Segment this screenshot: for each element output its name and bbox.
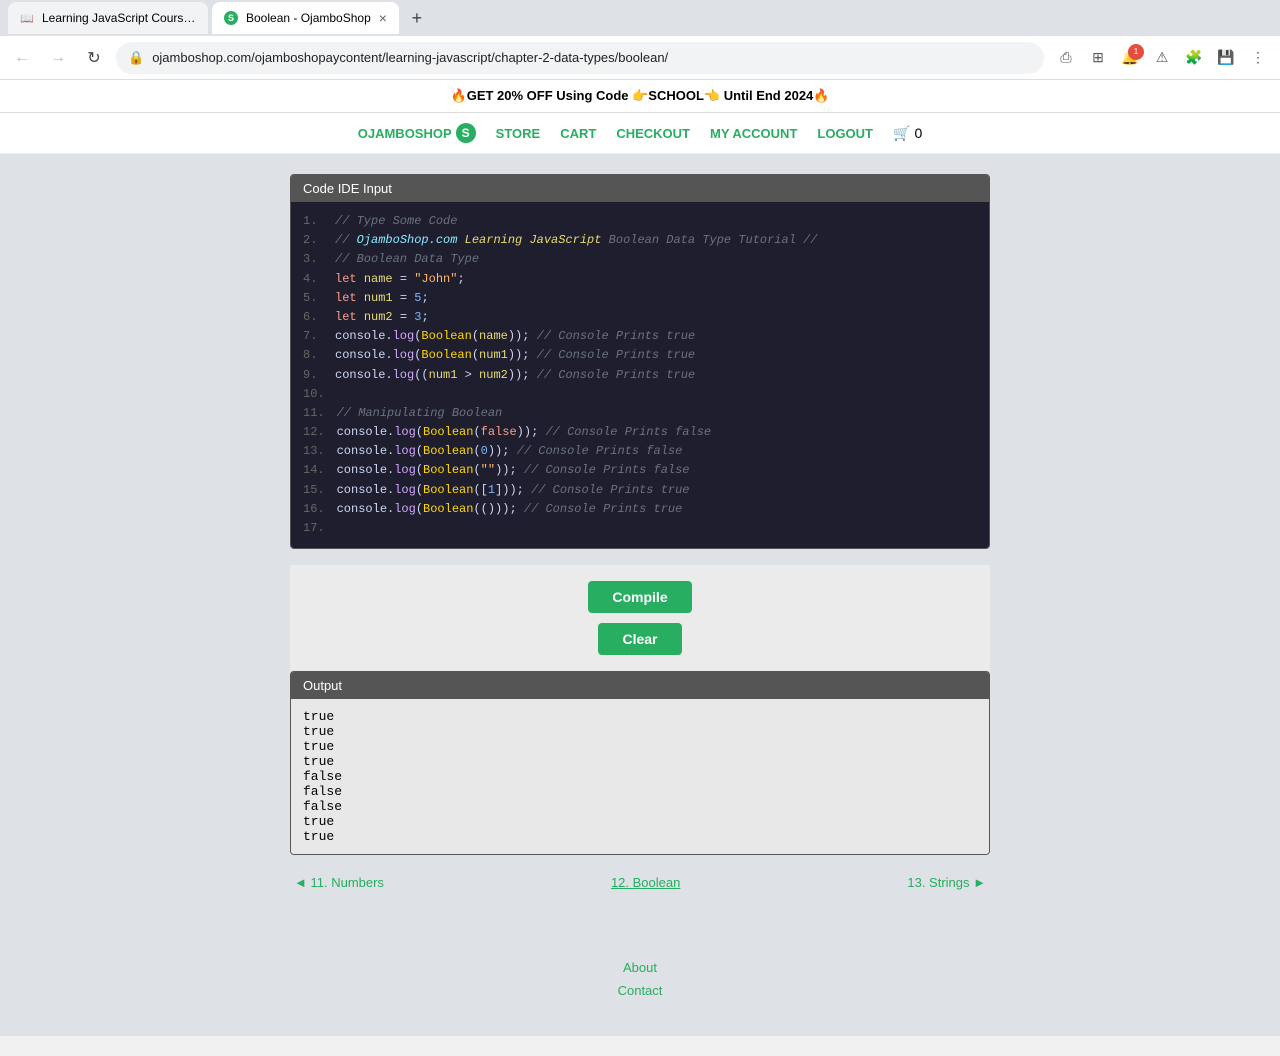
buttons-area: Compile Clear — [290, 565, 990, 671]
line-num-15: 15. — [303, 481, 325, 500]
line-num-4: 4. — [303, 270, 323, 289]
line-num-11: 11. — [303, 404, 325, 423]
line-num-17: 17. — [303, 519, 325, 538]
code-ide: Code IDE Input 1. // Type Some Code 2. /… — [290, 174, 990, 549]
tab-1-title: Learning JavaScript Course - O... — [42, 11, 196, 25]
nav-cart[interactable]: CART — [560, 126, 596, 141]
code-line-7: 7. console.log(Boolean(name)); // Consol… — [303, 327, 977, 346]
tab-2-close-icon[interactable]: × — [379, 10, 387, 26]
code-line-10: 10. — [303, 385, 977, 404]
back-button[interactable]: ← — [8, 44, 36, 72]
line-num-5: 5. — [303, 289, 323, 308]
line-num-2: 2. — [303, 231, 323, 250]
rss-icon[interactable]: ⊞ — [1084, 44, 1112, 72]
code-line-12: 12. console.log(Boolean(false)); // Cons… — [303, 423, 977, 442]
line-num-14: 14. — [303, 461, 325, 480]
line-num-16: 16. — [303, 500, 325, 519]
line-num-6: 6. — [303, 308, 323, 327]
brand-name: OJAMBOSHOP — [358, 126, 452, 141]
address-bar[interactable]: 🔒 ojamboshop.com/ojamboshopaycontent/lea… — [116, 42, 1044, 74]
promo-text: 🔥GET 20% OFF Using Code 👉SCHOOL👈 Until E… — [451, 88, 830, 103]
code-line-11: 11. // Manipulating Boolean — [303, 404, 977, 423]
output-line-3: true — [303, 739, 977, 754]
output-line-6: false — [303, 784, 977, 799]
promo-bar: 🔥GET 20% OFF Using Code 👉SCHOOL👈 Until E… — [0, 80, 1280, 113]
code-line-1: 1. // Type Some Code — [303, 212, 977, 231]
code-line-16: 16. console.log(Boolean(())); // Console… — [303, 500, 977, 519]
notification-icon[interactable]: 🔔1 — [1116, 44, 1144, 72]
brand-logo[interactable]: OJAMBOSHOP S — [358, 123, 476, 143]
nav-logout[interactable]: LOGOUT — [817, 126, 873, 141]
new-tab-button[interactable]: + — [403, 4, 431, 32]
tab-1-favicon: 📖 — [20, 11, 34, 25]
current-page-link[interactable]: 12. Boolean — [611, 875, 680, 890]
cart-icon-symbol: 🛒 — [893, 125, 910, 142]
line-num-3: 3. — [303, 250, 323, 269]
output-section: Output true true true true false false f… — [290, 671, 990, 855]
cart-count: 0 — [914, 125, 922, 141]
line-num-10: 10. — [303, 385, 325, 404]
cart-widget[interactable]: 🛒 0 — [893, 125, 922, 142]
line-num-12: 12. — [303, 423, 325, 442]
code-line-4: 4. let name = "John"; — [303, 270, 977, 289]
line-num-13: 13. — [303, 442, 325, 461]
code-line-5: 5. let num1 = 5; — [303, 289, 977, 308]
output-content: true true true true false false false tr… — [291, 699, 989, 854]
code-line-6: 6. let num2 = 3; — [303, 308, 977, 327]
code-line-9: 9. console.log((num1 > num2)); // Consol… — [303, 366, 977, 385]
share-icon[interactable]: ⎙ — [1052, 44, 1080, 72]
compile-button[interactable]: Compile — [588, 581, 691, 613]
forward-button[interactable]: → — [44, 44, 72, 72]
tab-bar: 📖 Learning JavaScript Course - O... S Bo… — [0, 0, 1280, 36]
settings-icon[interactable]: ⋮ — [1244, 44, 1272, 72]
code-line-14: 14. console.log(Boolean("")); // Console… — [303, 461, 977, 480]
output-line-9: true — [303, 829, 977, 844]
code-editor[interactable]: 1. // Type Some Code 2. // OjamboShop.co… — [291, 202, 989, 548]
nav-store[interactable]: STORE — [496, 126, 541, 141]
output-line-7: false — [303, 799, 977, 814]
footer-contact-link[interactable]: Contact — [320, 983, 960, 998]
output-header: Output — [291, 672, 989, 699]
nav-bar: ← → ↻ 🔒 ojamboshop.com/ojamboshopayconte… — [0, 36, 1280, 80]
line-num-8: 8. — [303, 346, 323, 365]
tab-2[interactable]: S Boolean - OjamboShop × — [212, 2, 399, 34]
code-ide-header: Code IDE Input — [291, 175, 989, 202]
output-line-5: false — [303, 769, 977, 784]
code-line-13: 13. console.log(Boolean(0)); // Console … — [303, 442, 977, 461]
code-line-3: 3. // Boolean Data Type — [303, 250, 977, 269]
extensions-icon[interactable]: 🧩 — [1180, 44, 1208, 72]
brand-icon: S — [456, 123, 476, 143]
line-num-1: 1. — [303, 212, 323, 231]
output-line-8: true — [303, 814, 977, 829]
footer: About Contact — [290, 930, 990, 1036]
code-line-2: 2. // OjamboShop.com Learning JavaScript… — [303, 231, 977, 250]
nav-my-account[interactable]: MY ACCOUNT — [710, 126, 797, 141]
save-page-icon[interactable]: 💾 — [1212, 44, 1240, 72]
main-content: Code IDE Input 1. // Type Some Code 2. /… — [280, 174, 1000, 1036]
tab-1[interactable]: 📖 Learning JavaScript Course - O... — [8, 2, 208, 34]
footer-about-link[interactable]: About — [320, 960, 960, 975]
clear-button[interactable]: Clear — [598, 623, 681, 655]
code-line-8: 8. console.log(Boolean(num1)); // Consol… — [303, 346, 977, 365]
address-text: ojamboshop.com/ojamboshopaycontent/learn… — [152, 50, 1032, 65]
pagination: ◄ 11. Numbers 12. Boolean 13. Strings ► — [290, 875, 990, 890]
warning-icon[interactable]: ⚠ — [1148, 44, 1176, 72]
code-line-15: 15. console.log(Boolean([1])); // Consol… — [303, 481, 977, 500]
output-line-4: true — [303, 754, 977, 769]
prev-page-link[interactable]: ◄ 11. Numbers — [294, 875, 384, 890]
tab-2-favicon: S — [224, 11, 238, 25]
site-nav: OJAMBOSHOP S STORE CART CHECKOUT MY ACCO… — [0, 113, 1280, 154]
tab-2-title: Boolean - OjamboShop — [246, 11, 371, 25]
line-num-9: 9. — [303, 366, 323, 385]
code-line-17: 17. — [303, 519, 977, 538]
line-num-7: 7. — [303, 327, 323, 346]
nav-right-buttons: ⎙ ⊞ 🔔1 ⚠ 🧩 💾 ⋮ — [1052, 44, 1272, 72]
output-line-2: true — [303, 724, 977, 739]
output-line-1: true — [303, 709, 977, 724]
refresh-button[interactable]: ↻ — [80, 44, 108, 72]
next-page-link[interactable]: 13. Strings ► — [907, 875, 986, 890]
secure-icon: 🔒 — [128, 50, 144, 66]
nav-checkout[interactable]: CHECKOUT — [616, 126, 690, 141]
